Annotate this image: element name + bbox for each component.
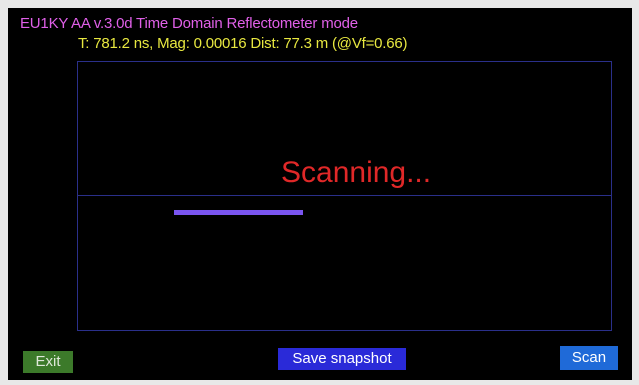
exit-button[interactable]: Exit (23, 351, 73, 373)
measurement-readout: T: 781.2 ns, Mag: 0.00016 Dist: 77.3 m (… (78, 35, 408, 52)
scan-progress-bar (174, 210, 474, 215)
plot-center-line (78, 195, 611, 196)
save-snapshot-button[interactable]: Save snapshot (278, 348, 406, 370)
app-title: EU1KY AA v.3.0d Time Domain Reflectomete… (20, 15, 358, 32)
device-screen: EU1KY AA v.3.0d Time Domain Reflectomete… (8, 8, 632, 380)
scan-button[interactable]: Scan (560, 346, 618, 370)
scanning-message: Scanning... (281, 156, 432, 189)
tdr-plot-area: Scanning... (77, 61, 612, 331)
scan-progress-fill (174, 210, 303, 215)
